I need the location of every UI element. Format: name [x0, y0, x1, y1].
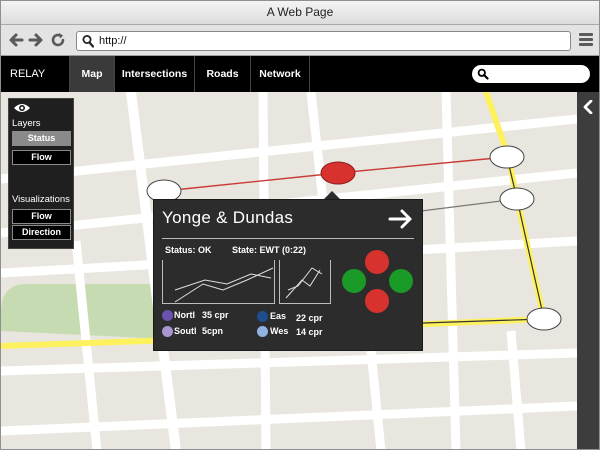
right-sidebar-collapsed[interactable]: [577, 92, 599, 449]
signal-north: [365, 250, 389, 274]
forward-arrow-icon[interactable]: [28, 31, 44, 49]
sparkline-lines: [285, 267, 323, 299]
url-text: http://: [99, 35, 127, 47]
visualizations-heading: Visualizations: [12, 194, 70, 205]
east-legend-dot: [257, 311, 268, 322]
chevron-left-icon[interactable]: [582, 100, 594, 114]
brand-logo: RELAY: [10, 68, 46, 80]
south-value: 5cpn: [202, 326, 224, 336]
viz-flow-button[interactable]: Flow: [12, 209, 71, 224]
intersection-node[interactable]: [489, 145, 525, 169]
layers-heading: Layers: [12, 118, 41, 129]
tab-roads[interactable]: Roads: [194, 56, 250, 92]
browser-toolbar: http://: [1, 25, 599, 56]
north-legend-dot: [162, 310, 173, 321]
east-label: Eas: [270, 311, 287, 321]
intersection-node[interactable]: [499, 187, 535, 211]
search-icon: [477, 68, 489, 80]
south-legend-dot: [162, 326, 173, 337]
back-arrow-icon[interactable]: [8, 31, 24, 49]
divider: [162, 238, 414, 239]
state-text: State: EWT (0:22): [232, 245, 307, 255]
west-label: Wes: [270, 326, 289, 336]
west-legend-dot: [257, 326, 268, 337]
tab-intersections[interactable]: Intersections: [114, 56, 194, 92]
east-value: 22 cpr: [296, 313, 323, 323]
signal-east: [389, 269, 413, 293]
south-label: Soutl: [174, 326, 197, 336]
signal-south: [365, 289, 389, 313]
tab-network[interactable]: Network: [250, 56, 310, 92]
route-red: [163, 172, 339, 192]
signal-indicator: [342, 250, 413, 313]
intersection-node-selected[interactable]: [320, 161, 356, 185]
signal-west: [342, 269, 366, 293]
flow-sparkline-small: [279, 260, 331, 304]
sparkline-lines: [174, 267, 274, 303]
west-value: 14 cpr: [296, 327, 323, 337]
layers-panel: Layers Status Flow Visualizations Flow D…: [8, 98, 74, 249]
route-red: [337, 156, 508, 174]
layer-status-button[interactable]: Status: [12, 131, 71, 146]
north-value: 35 cpr: [202, 310, 229, 320]
status-text: Status: OK: [165, 245, 212, 255]
browser-window: A Web Page http:// RELAY Map Intersectio…: [0, 0, 600, 450]
layer-flow-button[interactable]: Flow: [12, 150, 71, 165]
viz-direction-button[interactable]: Direction: [12, 225, 71, 240]
search-input[interactable]: [472, 65, 590, 83]
url-input[interactable]: http://: [76, 31, 571, 51]
window-title: A Web Page: [1, 1, 599, 25]
intersection-popup: Yonge & Dundas Status: OK State: EWT (0:…: [153, 199, 423, 351]
intersection-title: Yonge & Dundas: [162, 208, 294, 227]
flow-sparkline-chart: [162, 260, 275, 304]
intersection-node[interactable]: [526, 307, 562, 331]
north-label: Nortl: [174, 310, 195, 320]
eye-icon[interactable]: [13, 102, 31, 114]
reload-icon[interactable]: [50, 31, 66, 49]
hamburger-menu-icon[interactable]: [579, 33, 593, 47]
arrow-right-icon[interactable]: [388, 208, 414, 230]
tab-map[interactable]: Map: [69, 56, 114, 92]
search-icon: [82, 35, 94, 48]
app-nav-bar: RELAY Map Intersections Roads Network: [1, 56, 599, 92]
